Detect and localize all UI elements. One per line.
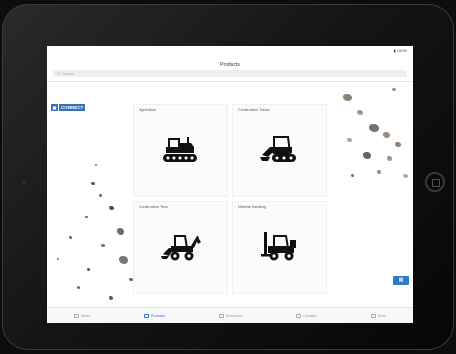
tab-products[interactable]: Products <box>143 314 166 318</box>
tab-bar: News Products Brochures Updates More <box>47 307 413 323</box>
compact-track-loader-icon <box>260 136 296 162</box>
page-title: Products <box>220 62 240 68</box>
logo-mark-icon: ▦ <box>51 104 58 111</box>
logo-text: CONNECT <box>59 104 86 111</box>
backhoe-loader-icon <box>161 235 201 261</box>
grid-icon <box>143 314 149 318</box>
updates-icon <box>296 314 302 318</box>
more-icon <box>370 314 376 318</box>
product-category-grid: Agriculture Construction Tracks Construc… <box>133 104 327 294</box>
home-button[interactable] <box>425 172 445 192</box>
tab-label: Products <box>150 314 166 318</box>
tile-label: Construction Tires <box>139 205 168 209</box>
forklift-icon <box>261 232 296 261</box>
tile-label: Agriculture <box>139 108 157 112</box>
tablet-frame: ▮ 100% Products ⚲ Search ▦ CONNECT Agric… <box>2 4 454 350</box>
status-bar: ▮ 100% <box>47 46 413 53</box>
category-tile-agriculture[interactable]: Agriculture <box>133 104 228 197</box>
book-icon <box>219 314 225 318</box>
category-tile-construction-tracks[interactable]: Construction Tracks <box>232 104 327 197</box>
tab-more[interactable]: More <box>370 314 386 318</box>
tab-label: Brochures <box>226 314 243 318</box>
category-tile-material-handling[interactable]: Material Handling <box>232 201 327 294</box>
tab-label: Updates <box>303 314 317 318</box>
header-divider <box>47 81 413 82</box>
tab-label: News <box>80 314 90 318</box>
tile-label: Material Handling <box>238 205 266 209</box>
tab-updates[interactable]: Updates <box>296 314 317 318</box>
search-placeholder: Search <box>61 71 75 76</box>
scan-button[interactable]: ▦ <box>393 276 409 285</box>
app-screen: ▮ 100% Products ⚲ Search ▦ CONNECT Agric… <box>47 46 413 323</box>
search-input[interactable]: ⚲ Search <box>53 70 407 77</box>
news-icon <box>73 314 79 318</box>
tile-label: Construction Tracks <box>238 108 270 112</box>
navigation-bar: Products <box>47 53 413 68</box>
tab-news[interactable]: News <box>73 314 90 318</box>
tab-label: More <box>377 314 386 318</box>
search-icon: ⚲ <box>57 71 60 76</box>
brand-logo: ▦ CONNECT <box>51 104 86 111</box>
scan-icon: ▦ <box>398 277 404 283</box>
category-tile-construction-tires[interactable]: Construction Tires <box>133 201 228 294</box>
crawler-tractor-icon <box>163 137 197 162</box>
camera-icon <box>22 180 26 184</box>
tab-brochures[interactable]: Brochures <box>219 314 242 318</box>
